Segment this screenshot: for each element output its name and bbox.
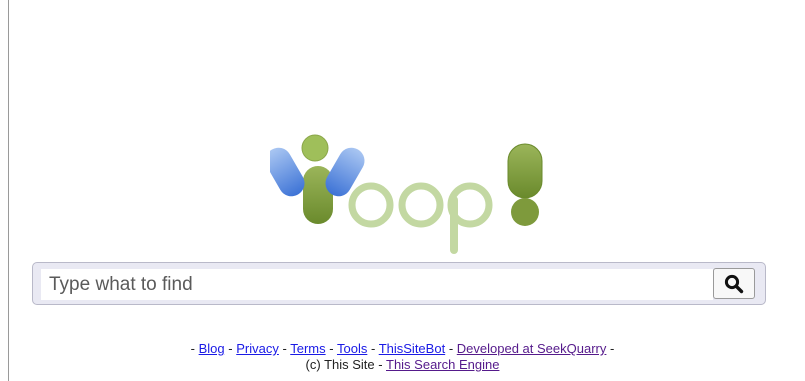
footer-copyright-line: (c) This Site - This Search Engine: [0, 357, 805, 373]
privacy-link[interactable]: Privacy: [236, 341, 279, 356]
search-home-page: - Blog - Privacy - Terms - Tools - ThisS…: [0, 0, 805, 381]
footer: - Blog - Privacy - Terms - Tools - ThisS…: [0, 341, 805, 373]
blog-link[interactable]: Blog: [199, 341, 225, 356]
yoop-logo[interactable]: [270, 128, 550, 256]
footer-links-line: - Blog - Privacy - Terms - Tools - ThisS…: [0, 341, 805, 357]
footer-separator: -: [329, 341, 334, 356]
footer-separator: -: [610, 341, 615, 356]
footer-separator: -: [448, 341, 454, 356]
developed-at-seekquarry-link[interactable]: Developed at SeekQuarry: [457, 341, 607, 356]
search-engine-link[interactable]: This Search Engine: [386, 357, 499, 372]
search-input[interactable]: [41, 269, 713, 300]
footer-separator: -: [370, 341, 376, 356]
footer-separator: -: [190, 341, 195, 356]
footer-separator: -: [228, 341, 233, 356]
sitebot-link[interactable]: ThisSiteBot: [379, 341, 445, 356]
search-button[interactable]: [713, 268, 755, 299]
tools-link[interactable]: Tools: [337, 341, 367, 356]
footer-separator: -: [378, 357, 383, 372]
search-icon: [724, 274, 744, 293]
copyright-text: (c) This Site: [305, 357, 375, 372]
left-divider: [8, 0, 9, 381]
terms-link[interactable]: Terms: [290, 341, 325, 356]
search-bar: [32, 262, 766, 305]
footer-separator: -: [282, 341, 287, 356]
